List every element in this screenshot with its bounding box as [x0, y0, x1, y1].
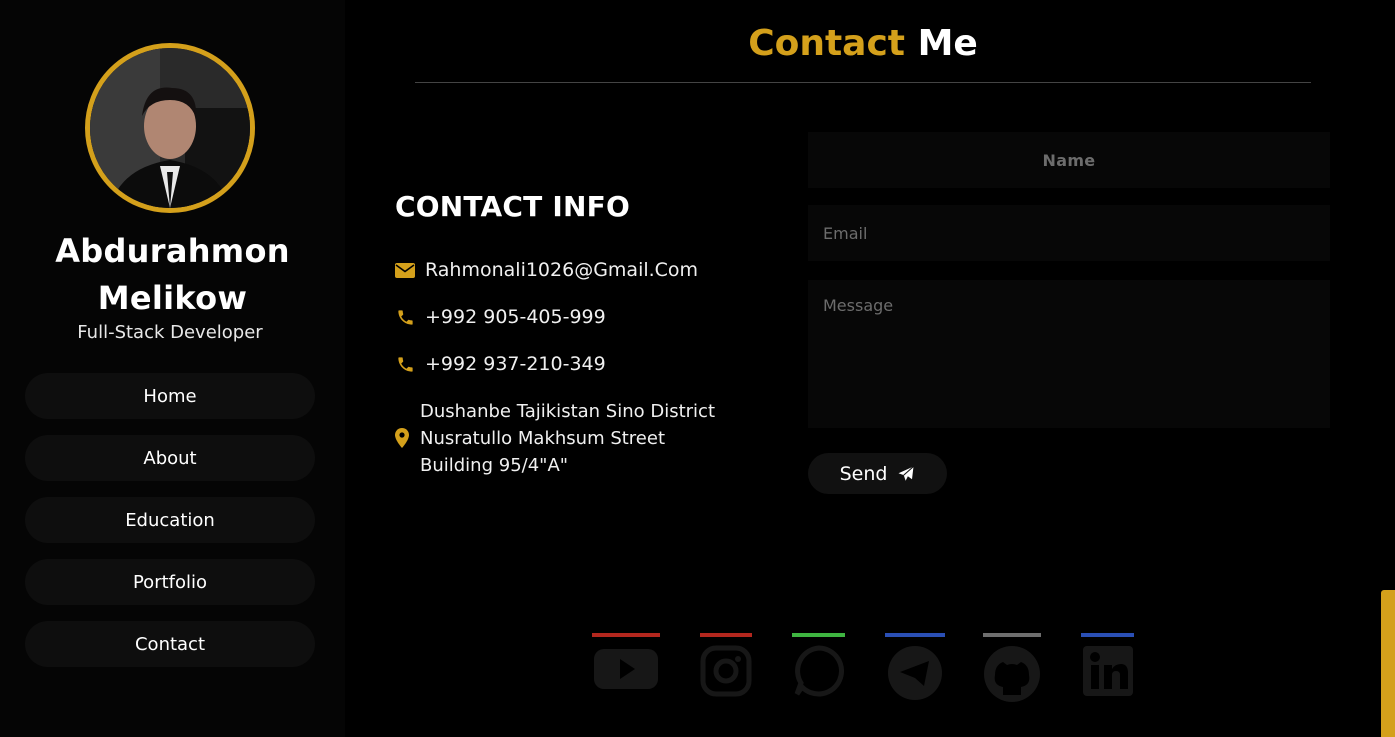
avatar: [85, 43, 255, 213]
scrollbar-thumb[interactable]: [1381, 590, 1395, 737]
linkedin-bar: [1081, 633, 1134, 637]
whatsapp-link[interactable]: [792, 633, 845, 697]
youtube-icon: [592, 645, 660, 691]
telegram-link[interactable]: [885, 633, 945, 701]
send-button-label: Send: [839, 462, 888, 485]
send-button[interactable]: Send: [808, 453, 947, 494]
phone-icon: [395, 354, 415, 374]
phone-row-1: +992 905-405-999: [395, 306, 606, 328]
sidebar-nav: Home About Education Portfolio Contact: [25, 373, 315, 683]
phone-icon: [395, 307, 415, 327]
envelope-icon: [395, 260, 415, 280]
youtube-link[interactable]: [592, 633, 660, 691]
youtube-bar: [592, 633, 660, 637]
github-icon: [983, 645, 1041, 703]
github-bar: [983, 633, 1041, 637]
nav-item-contact[interactable]: Contact: [25, 621, 315, 667]
name-input[interactable]: [808, 132, 1330, 188]
whatsapp-bar: [792, 633, 845, 637]
nav-item-home[interactable]: Home: [25, 373, 315, 419]
profile-photo: [90, 48, 250, 208]
page-title-accent: Contact: [748, 23, 906, 64]
whatsapp-icon: [792, 645, 845, 697]
profile-role: Full-Stack Developer: [77, 322, 263, 343]
contact-phone-2[interactable]: +992 937-210-349: [425, 353, 606, 375]
sidebar: Abdurahmon Melikow Full-Stack Developer …: [0, 0, 345, 737]
paper-plane-icon: [898, 465, 915, 481]
telegram-bar: [885, 633, 945, 637]
nav-item-education[interactable]: Education: [25, 497, 315, 543]
page-title-rest: Me: [905, 23, 978, 64]
title-divider: [415, 82, 1311, 83]
linkedin-link[interactable]: [1081, 633, 1134, 697]
message-textarea[interactable]: [808, 280, 1330, 428]
email-row: Rahmonali1026@Gmail.Com: [395, 259, 698, 281]
contact-phone-1[interactable]: +992 905-405-999: [425, 306, 606, 328]
contact-info-heading: CONTACT INFO: [395, 190, 630, 223]
profile-name: Abdurahmon Melikow: [55, 232, 290, 317]
instagram-bar: [700, 633, 752, 637]
nav-item-about[interactable]: About: [25, 435, 315, 481]
contact-email[interactable]: Rahmonali1026@Gmail.Com: [425, 259, 698, 281]
linkedin-icon: [1081, 645, 1134, 697]
telegram-icon: [885, 645, 945, 701]
contact-address: Dushanbe Tajikistan Sino District Nusrat…: [420, 401, 716, 476]
phone-row-2: +992 937-210-349: [395, 353, 606, 375]
email-input[interactable]: [808, 205, 1330, 261]
instagram-link[interactable]: [700, 633, 752, 697]
map-pin-icon: [395, 427, 411, 450]
instagram-icon: [700, 645, 752, 697]
github-link[interactable]: [983, 633, 1041, 703]
nav-item-portfolio[interactable]: Portfolio: [25, 559, 315, 605]
address-row: Dushanbe Tajikistan Sino District Nusrat…: [395, 398, 740, 479]
page-title: Contact Me: [415, 22, 1311, 66]
